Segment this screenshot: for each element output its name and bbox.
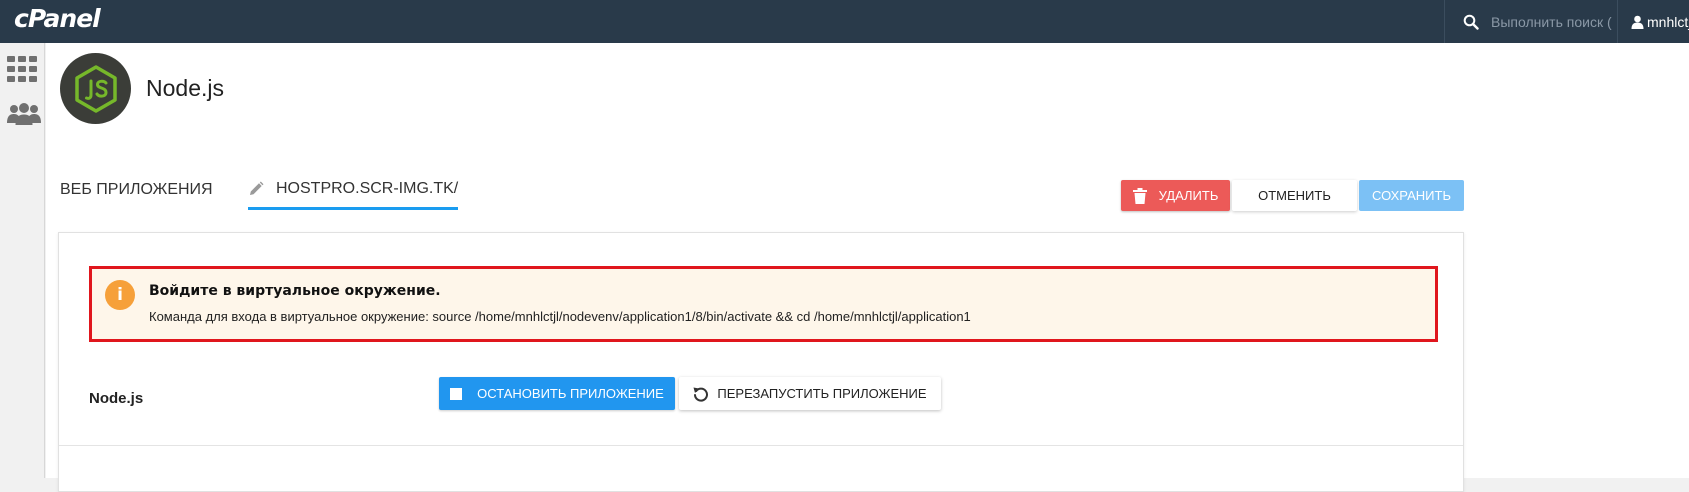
alert-title: Войдите в виртуальное окружение. (149, 283, 441, 299)
restart-app-label: ПЕРЕЗАПУСТИТЬ ПРИЛОЖЕНИЕ (717, 386, 927, 401)
user-menu[interactable]: mnhlctjl (1631, 0, 1689, 43)
tab-current-app-label: HOSTPRO.SCR-IMG.TK/ (276, 180, 459, 197)
search-input[interactable] (1491, 13, 1616, 30)
main-content: Node.js ВЕБ ПРИЛОЖЕНИЯ HOSTPRO.SCR-IMG.T… (46, 43, 1689, 492)
cancel-button[interactable]: ОТМЕНИТЬ (1232, 180, 1357, 211)
stop-app-label: ОСТАНОВИТЬ ПРИЛОЖЕНИЕ (477, 386, 664, 401)
stop-app-button[interactable]: ОСТАНОВИТЬ ПРИЛОЖЕНИЕ (439, 377, 675, 410)
username: mnhlctjl (1647, 13, 1689, 30)
search-box[interactable] (1444, 0, 1618, 43)
alert-command-text: Команда для входа в виртуальное окружени… (149, 309, 971, 324)
save-button[interactable]: СОХРАНИТЬ (1359, 180, 1464, 211)
venv-alert: i Войдите в виртуальное окружение. Коман… (89, 266, 1438, 342)
page-title: Node.js (146, 75, 224, 101)
top-bar: cPanel mnhlctjl (0, 0, 1689, 43)
delete-label: УДАЛИТЬ (1158, 188, 1219, 203)
restart-icon (693, 387, 709, 402)
sidebar (0, 43, 45, 478)
restart-app-button[interactable]: ПЕРЕЗАПУСТИТЬ ПРИЛОЖЕНИЕ (679, 377, 941, 410)
trash-icon (1132, 187, 1147, 204)
app-card: i Войдите в виртуальное окружение. Коман… (58, 232, 1464, 492)
nodejs-row-label: Node.js (89, 390, 144, 407)
stop-icon (450, 387, 463, 400)
delete-button[interactable]: УДАЛИТЬ (1121, 180, 1230, 211)
user-icon (1631, 15, 1644, 29)
search-icon (1463, 14, 1479, 30)
nodejs-hexagon-icon (74, 64, 117, 113)
users-icon[interactable] (7, 103, 41, 130)
info-icon: i (105, 280, 135, 310)
pencil-icon (250, 181, 264, 195)
tab-current-app[interactable]: HOSTPRO.SCR-IMG.TK/ (248, 180, 459, 210)
tab-web-apps[interactable]: ВЕБ ПРИЛОЖЕНИЯ (60, 181, 213, 199)
cpanel-logo[interactable]: cPanel (14, 4, 101, 33)
nodejs-logo (60, 53, 131, 124)
grid-icon[interactable] (7, 56, 37, 87)
section-divider (59, 445, 1463, 446)
